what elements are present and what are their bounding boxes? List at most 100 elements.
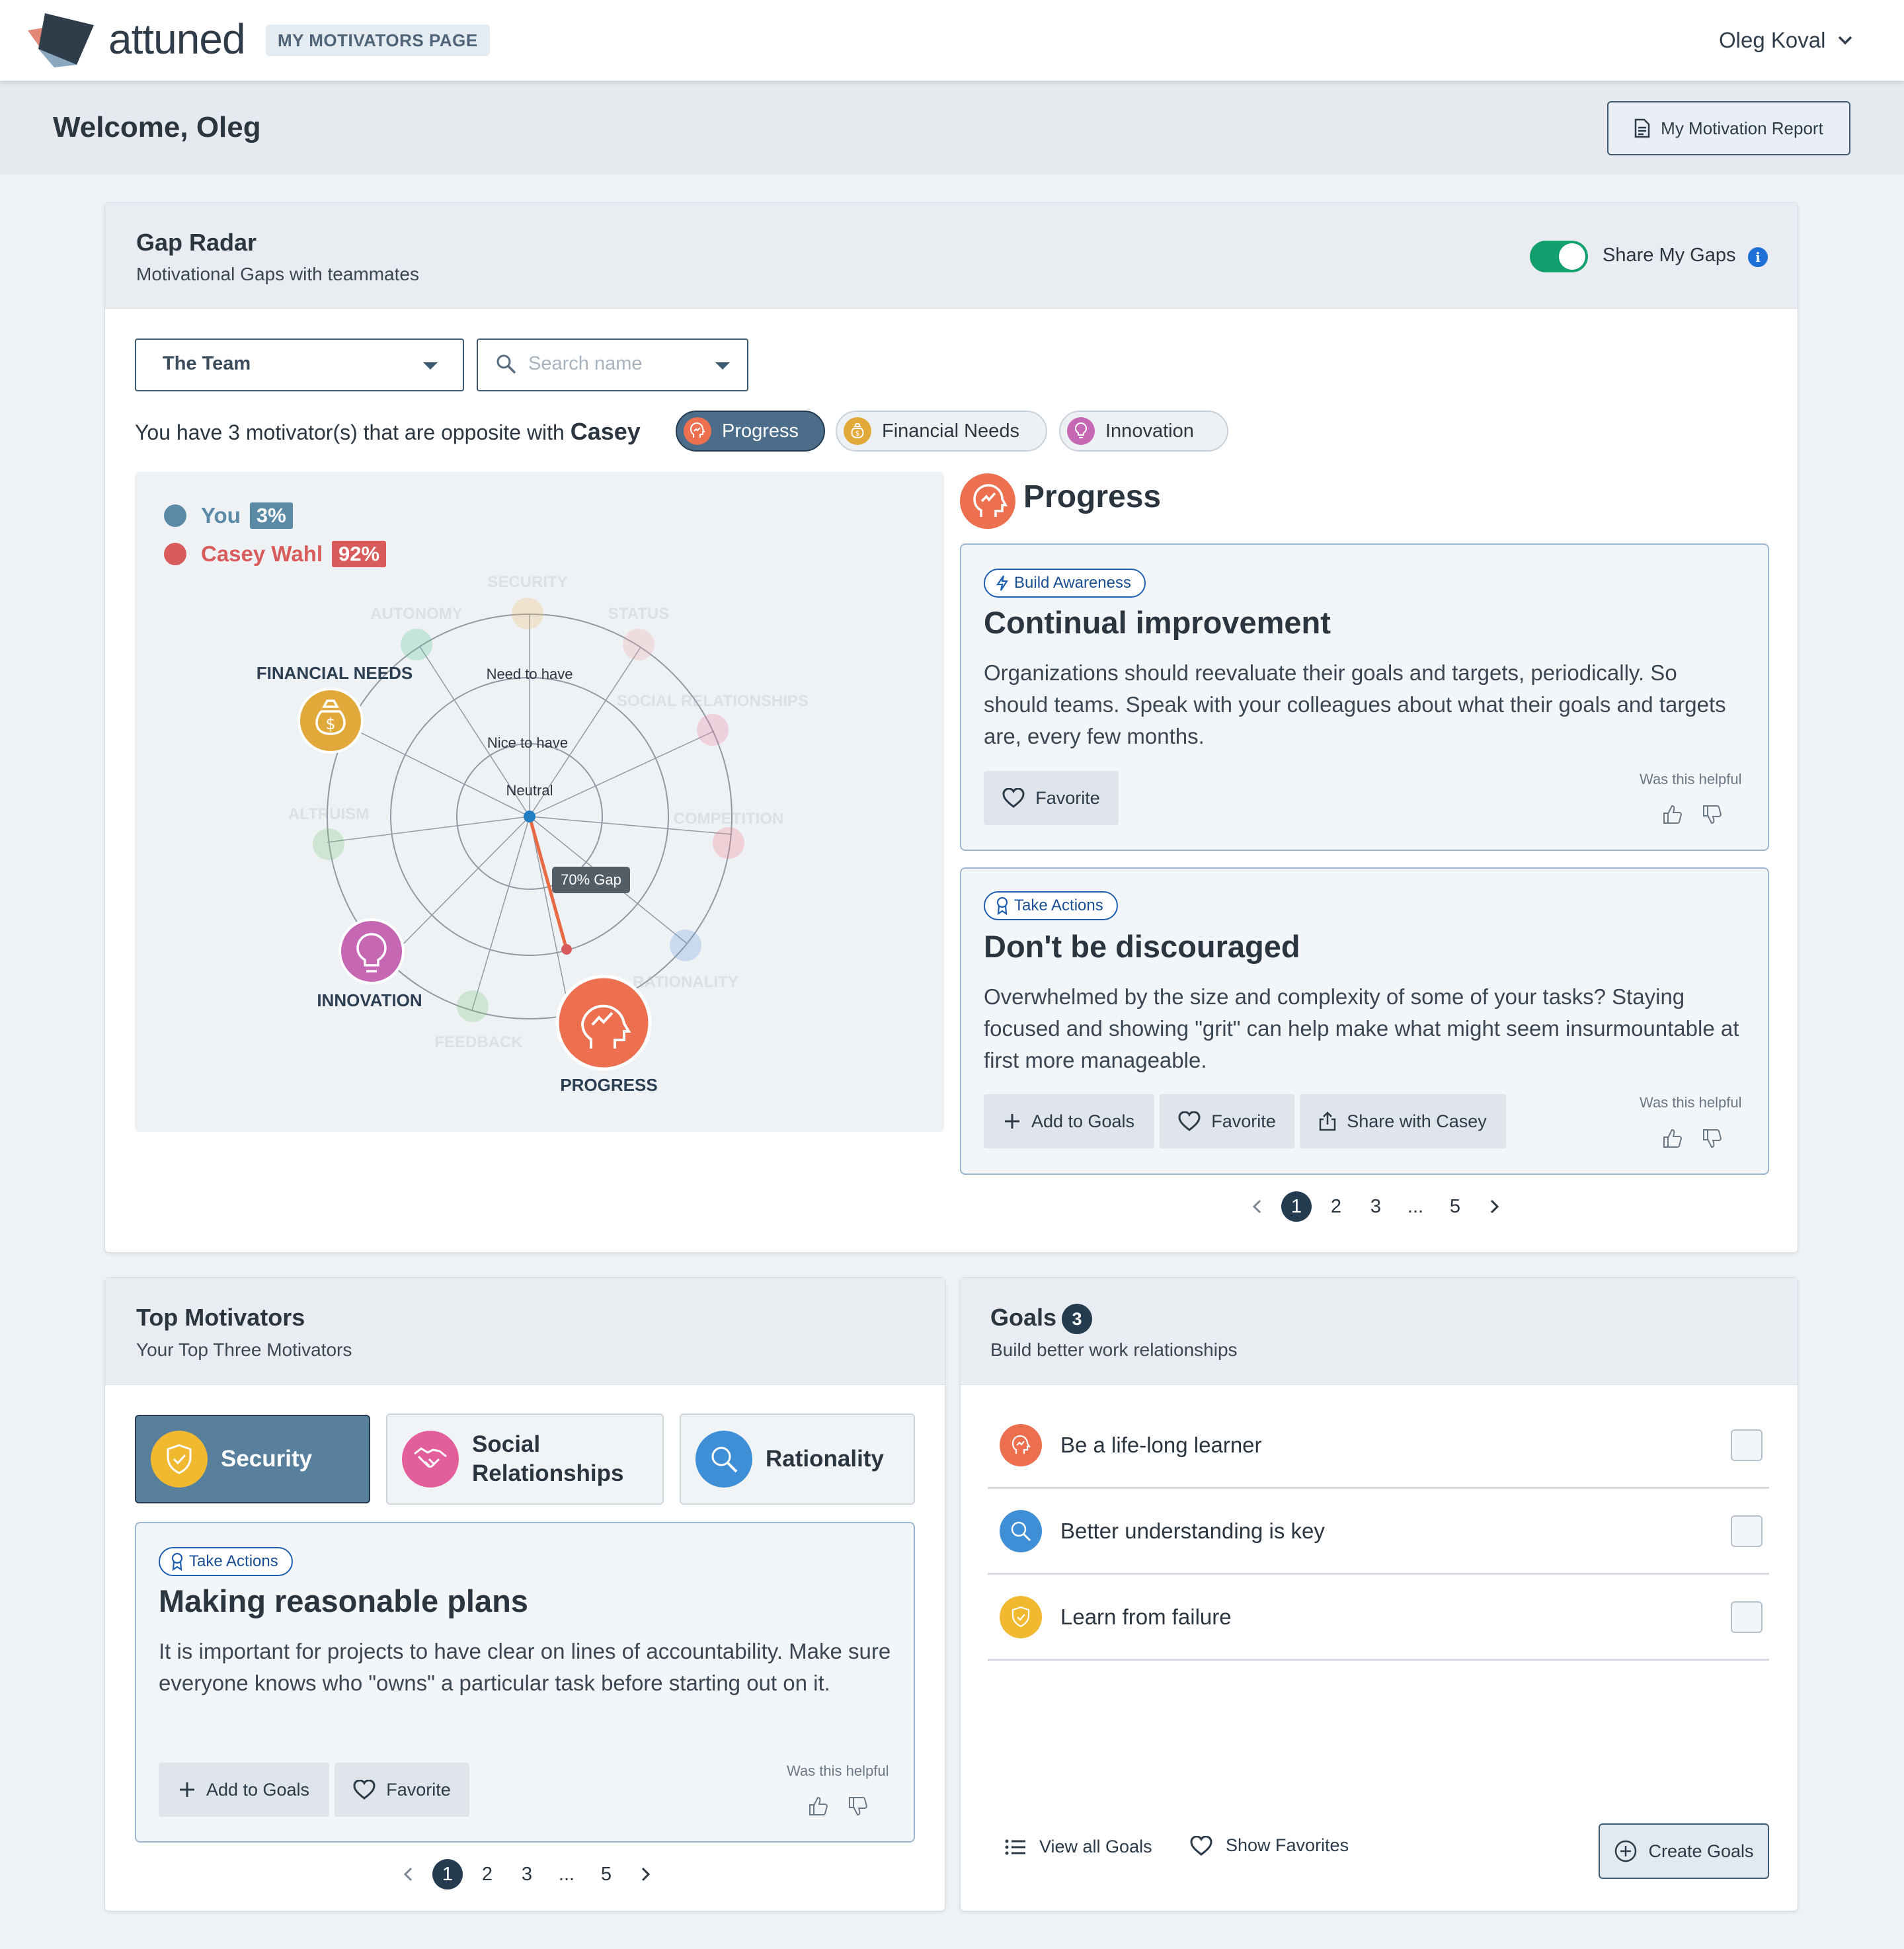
progress-icon bbox=[960, 473, 1015, 529]
share-with-casey-button[interactable]: Share with Casey bbox=[1300, 1094, 1506, 1148]
tab-social-relationships[interactable]: Social Relationships bbox=[386, 1413, 664, 1505]
financial-needs-icon[interactable]: $ bbox=[298, 688, 364, 754]
money-bag-icon: $ bbox=[844, 417, 871, 445]
badge-label: Build Awareness bbox=[1014, 574, 1131, 592]
feedback-faded-icon bbox=[457, 990, 489, 1022]
tab-rationality[interactable]: Rationality bbox=[680, 1413, 915, 1505]
button-label: Favorite bbox=[1211, 1111, 1276, 1131]
add-to-goals-button[interactable]: Add to Goals bbox=[984, 1094, 1154, 1148]
heart-icon bbox=[353, 1780, 376, 1800]
chevron-left-icon[interactable] bbox=[393, 1859, 423, 1889]
goal-checkbox[interactable] bbox=[1731, 1515, 1763, 1547]
chip-label: Innovation bbox=[1105, 420, 1194, 442]
heart-icon bbox=[1002, 788, 1025, 808]
award-icon bbox=[171, 1552, 184, 1571]
goal-text: Learn from failure bbox=[1060, 1604, 1232, 1629]
thumbs-up-icon[interactable] bbox=[808, 1796, 829, 1817]
chip-innovation[interactable]: Innovation bbox=[1059, 411, 1228, 452]
tip-body: Overwhelmed by the size and complexity o… bbox=[984, 984, 1739, 1072]
goal-item: Better understanding is key bbox=[988, 1489, 1769, 1575]
axis-label: RATIONALITY bbox=[633, 973, 738, 991]
goal-checkbox[interactable] bbox=[1731, 1601, 1763, 1633]
button-label: Favorite bbox=[386, 1779, 451, 1800]
toggle-knob bbox=[1559, 243, 1585, 270]
tab-label: Social Relationships bbox=[472, 1431, 624, 1486]
axis-label: FINANCIAL NEEDS bbox=[257, 663, 413, 683]
opposite-motivators-text: You have 3 motivator(s) that are opposit… bbox=[135, 418, 641, 446]
thumbs-down-icon[interactable] bbox=[1702, 1128, 1723, 1149]
page-button[interactable]: 3 bbox=[1361, 1191, 1391, 1222]
tab-label: Security bbox=[221, 1446, 313, 1472]
page-button[interactable]: 1 bbox=[1281, 1191, 1312, 1222]
helpful-label: Was this helpful bbox=[1640, 771, 1742, 787]
show-favorites-link[interactable]: Show Favorites bbox=[1190, 1835, 1349, 1856]
thumbs-down-icon[interactable] bbox=[848, 1796, 869, 1817]
page-button[interactable]: 5 bbox=[591, 1859, 621, 1889]
helpful-label: Was this helpful bbox=[1640, 1094, 1742, 1111]
progress-icon[interactable] bbox=[555, 974, 652, 1071]
favorite-button[interactable]: Favorite bbox=[984, 771, 1119, 825]
favorite-button[interactable]: Favorite bbox=[335, 1763, 469, 1817]
gap-radar-chart: Need to have Nice to have Neutral SECURI… bbox=[257, 573, 809, 1095]
page-button[interactable]: 2 bbox=[472, 1859, 502, 1889]
search-placeholder: Search name bbox=[528, 353, 643, 374]
brand-name[interactable]: attuned bbox=[108, 15, 246, 63]
tip-body: It is important for projects to have cle… bbox=[159, 1639, 891, 1695]
view-all-goals-link[interactable]: View all Goals bbox=[1005, 1837, 1152, 1857]
magnifier-icon bbox=[1000, 1509, 1042, 1552]
rationality-faded-icon bbox=[670, 930, 701, 961]
page-button[interactable]: 3 bbox=[512, 1859, 542, 1889]
goals-header bbox=[961, 1278, 1798, 1385]
chevron-left-icon[interactable] bbox=[1242, 1191, 1272, 1222]
attuned-logo-icon[interactable] bbox=[25, 11, 95, 70]
chip-financial-needs[interactable]: $ Financial Needs bbox=[836, 411, 1047, 452]
chevron-down-icon bbox=[423, 362, 438, 370]
favorite-button[interactable]: Favorite bbox=[1160, 1094, 1294, 1148]
search-icon bbox=[496, 354, 517, 375]
tip-title: Making reasonable plans bbox=[159, 1583, 528, 1618]
share-icon bbox=[1319, 1111, 1336, 1131]
page-button[interactable]: 2 bbox=[1321, 1191, 1351, 1222]
tip-badge: Take Actions bbox=[159, 1547, 293, 1576]
page-button[interactable]: 5 bbox=[1440, 1191, 1470, 1222]
tip-body: Organizations should reevaluate their go… bbox=[984, 660, 1726, 748]
lightning-icon bbox=[996, 575, 1009, 592]
svg-text:$: $ bbox=[855, 429, 860, 438]
thumbs-up-icon[interactable] bbox=[1662, 804, 1683, 825]
motivation-report-button[interactable]: My Motivation Report bbox=[1607, 101, 1850, 155]
thumbs-up-icon[interactable] bbox=[1662, 1128, 1683, 1149]
autonomy-faded-icon bbox=[401, 629, 432, 660]
add-to-goals-button[interactable]: Add to Goals bbox=[159, 1763, 329, 1817]
svg-text:$: $ bbox=[325, 715, 335, 733]
create-goals-button[interactable]: Create Goals bbox=[1599, 1823, 1769, 1879]
gap-radar-title: Gap Radar bbox=[136, 229, 257, 256]
chip-progress[interactable]: Progress bbox=[676, 411, 825, 452]
button-label: Share with Casey bbox=[1347, 1111, 1487, 1131]
axis-label: COMPETITION bbox=[674, 810, 784, 828]
axis-label: PROGRESS bbox=[560, 1075, 657, 1095]
chevron-right-icon[interactable] bbox=[631, 1859, 661, 1889]
tip-badge: Take Actions bbox=[984, 891, 1118, 920]
social-faded-icon bbox=[697, 714, 729, 746]
thumbs-down-icon[interactable] bbox=[1702, 804, 1723, 825]
chevron-right-icon[interactable] bbox=[1480, 1191, 1510, 1222]
plus-icon bbox=[1004, 1113, 1021, 1130]
page-button[interactable]: 1 bbox=[432, 1859, 463, 1889]
opposite-name: Casey bbox=[570, 418, 641, 445]
axis-label: STATUS bbox=[608, 605, 669, 623]
heart-icon bbox=[1178, 1111, 1201, 1131]
tip-motivator-title: Progress bbox=[1023, 479, 1162, 514]
badge-label: Take Actions bbox=[189, 1552, 278, 1570]
user-menu[interactable]: Oleg Koval bbox=[1719, 24, 1853, 57]
innovation-icon[interactable] bbox=[338, 918, 405, 984]
you-point bbox=[524, 811, 536, 822]
page-ellipsis: ... bbox=[1407, 1195, 1424, 1217]
tab-security[interactable]: Security bbox=[135, 1415, 370, 1503]
tip-title: Don't be discouraged bbox=[984, 929, 1300, 964]
goal-checkbox[interactable] bbox=[1731, 1429, 1763, 1461]
plus-icon bbox=[178, 1781, 196, 1798]
security-faded-icon bbox=[512, 598, 543, 629]
link-label: View all Goals bbox=[1039, 1837, 1152, 1856]
page-ellipsis: ... bbox=[558, 1863, 575, 1885]
info-icon[interactable]: i bbox=[1748, 247, 1768, 267]
